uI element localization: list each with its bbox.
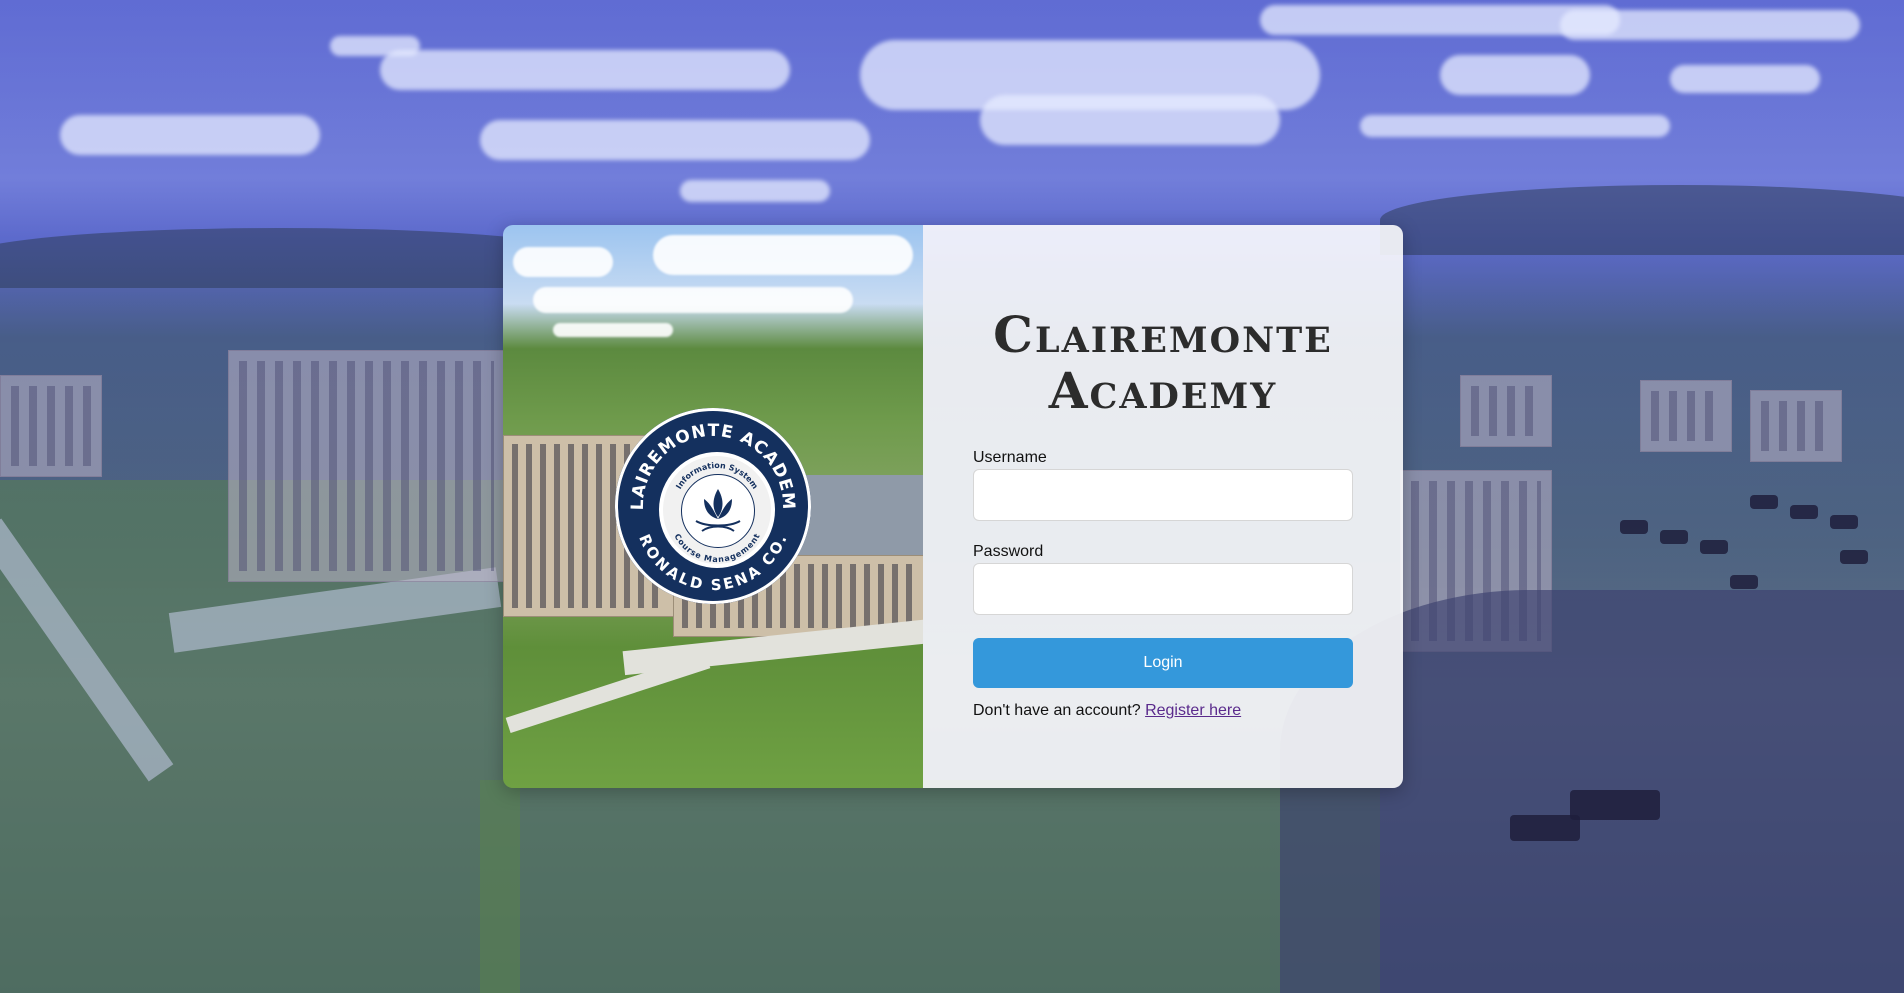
background-car (1840, 550, 1868, 564)
brand-title-line2: Academy (1048, 361, 1278, 420)
background-car (1510, 815, 1580, 841)
background-cloud (60, 115, 320, 155)
background-cloud (680, 180, 830, 202)
background-cloud (1440, 55, 1590, 95)
background-car (1700, 540, 1728, 554)
photo-cloud (533, 287, 853, 313)
login-button[interactable]: Login (973, 638, 1353, 688)
academy-seal-logo: CLAIREMONTE ACADEMY RONALD SENA CO. Info… (615, 408, 811, 604)
photo-cloud (513, 247, 613, 277)
background-car (1750, 495, 1778, 509)
background-building (0, 375, 102, 477)
username-input[interactable] (973, 469, 1353, 521)
background-building (1460, 375, 1552, 447)
campus-photo: CLAIREMONTE ACADEMY RONALD SENA CO. Info… (503, 225, 923, 788)
password-input[interactable] (973, 563, 1353, 615)
background-cloud (980, 95, 1280, 145)
background-car (1730, 575, 1758, 589)
background-car (1790, 505, 1818, 519)
background-cloud (1560, 10, 1860, 40)
password-label: Password (973, 543, 1044, 560)
background-building (228, 350, 505, 582)
register-prompt-text: Don't have an account? (973, 702, 1141, 719)
login-card: CLAIREMONTE ACADEMY RONALD SENA CO. Info… (503, 225, 1403, 788)
login-form-panel: Clairemonte Academy Username Password Lo… (923, 225, 1403, 788)
seal-inner-ring: Information System Course Management (659, 452, 775, 568)
background-car (1830, 515, 1858, 529)
background-car (1620, 520, 1648, 534)
register-prompt-line: Don't have an account? Register here (973, 702, 1241, 720)
photo-cloud (553, 323, 673, 337)
background-cloud (380, 50, 790, 90)
page-title: Clairemonte Academy (923, 307, 1403, 419)
lotus-emblem-icon (681, 474, 755, 548)
background-car (1660, 530, 1688, 544)
photo-cloud (653, 235, 913, 275)
brand-title-line1: Clairemonte (993, 305, 1333, 364)
background-building (1640, 380, 1732, 452)
background-building (1750, 390, 1842, 462)
photo-walkway (505, 652, 711, 734)
username-label: Username (973, 449, 1047, 466)
background-hill (1380, 185, 1904, 255)
register-link[interactable]: Register here (1145, 702, 1241, 719)
background-lawn (480, 780, 1380, 993)
background-cloud (480, 120, 870, 160)
background-cloud (1360, 115, 1670, 137)
background-car (1570, 790, 1660, 820)
background-cloud (1670, 65, 1820, 93)
